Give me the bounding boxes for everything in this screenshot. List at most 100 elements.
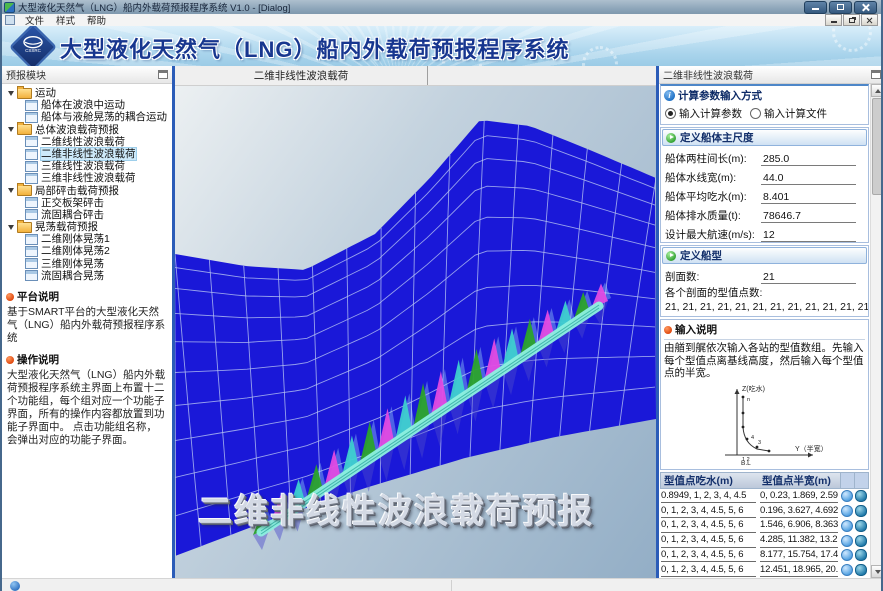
row-apply-button[interactable]	[841, 490, 853, 502]
svg-text:1 2: 1 2	[742, 457, 750, 463]
expand-arrow-icon[interactable]	[8, 188, 14, 193]
row-view-button[interactable]	[855, 549, 867, 561]
row-apply-button[interactable]	[841, 564, 853, 576]
scrollbar-thumb[interactable]	[872, 98, 883, 195]
hull-form-title: 定义船型	[680, 248, 722, 263]
tree-item-label: 三维刚体晃荡	[41, 258, 104, 270]
hull-dimensions-section-bar[interactable]: 定义船体主尺度	[662, 129, 867, 146]
tree-item-label: 正交板架砰击	[41, 197, 104, 209]
scroll-down-button[interactable]	[871, 565, 883, 578]
tree-item-label: 三维非线性波浪载荷	[41, 172, 136, 184]
dimension-field-input[interactable]: 8.401	[761, 191, 856, 204]
tree-folder[interactable]: 总体波浪载荷预报	[7, 124, 172, 136]
row-apply-button[interactable]	[841, 505, 853, 517]
tree-item[interactable]: 二维线性波浪载荷	[7, 136, 172, 148]
halfwidth-cell[interactable]: 4.285, 11.382, 13.21	[760, 534, 838, 548]
menu-item-file[interactable]: 文件	[19, 13, 50, 27]
close-button[interactable]	[854, 1, 877, 14]
float-panel-icon[interactable]	[871, 70, 881, 79]
halfwidth-cell[interactable]: 0, 0.23, 1.869, 2.592	[760, 490, 838, 504]
offsets-table-header: 型值点吃水(m) 型值点半宽(m)	[660, 472, 869, 489]
left-panel-header: 预报模块	[2, 66, 172, 84]
tree-item-label: 二维刚体晃荡2	[41, 245, 110, 257]
mdi-child-icon[interactable]	[5, 15, 15, 25]
tree-folder[interactable]: 运动	[7, 87, 172, 99]
radio-input-file[interactable]	[750, 108, 761, 119]
row-view-button[interactable]	[855, 505, 867, 517]
module-icon	[25, 149, 38, 160]
halfwidth-cell[interactable]: 1.546, 6.906, 8.363,	[760, 519, 838, 533]
tree-item[interactable]: 流固耦合晃荡	[7, 270, 172, 282]
tree-folder[interactable]: 局部砰击载荷预报	[7, 185, 172, 197]
menu-item-help[interactable]: 帮助	[81, 13, 112, 27]
tree-item[interactable]: 三维刚体晃荡	[7, 258, 172, 270]
draft-cell[interactable]: 0, 1, 2, 3, 4, 4.5, 5, 6	[661, 505, 756, 519]
module-icon	[25, 209, 38, 220]
dimension-field-input[interactable]: 12	[761, 229, 856, 242]
expand-arrow-icon[interactable]	[8, 91, 14, 96]
mdi-close-icon	[866, 17, 873, 24]
tree-folder-label: 运动	[35, 87, 56, 99]
row-apply-button[interactable]	[841, 535, 853, 547]
svg-text:n: n	[747, 397, 750, 403]
table-row: 0, 1, 2, 3, 4, 4.5, 5, 6 12.451, 18.965, …	[660, 562, 869, 577]
tree-item[interactable]: 三维非线性波浪载荷	[7, 172, 172, 184]
dimension-field-input[interactable]: 78646.7	[761, 210, 856, 223]
tree-folder[interactable]: 晃荡载荷预报	[7, 221, 172, 233]
status-divider	[451, 580, 452, 591]
module-icon	[25, 197, 38, 208]
tree-item[interactable]: 流固耦合砰击	[7, 209, 172, 221]
row-view-button[interactable]	[855, 520, 867, 532]
radio-input-parameters[interactable]	[665, 108, 676, 119]
row-apply-button[interactable]	[841, 520, 853, 532]
halfwidth-cell[interactable]: 12.451, 18.965, 20.4	[760, 564, 838, 578]
tree-item[interactable]: 二维非线性波浪载荷	[7, 148, 172, 160]
tree-item[interactable]: 三维线性波浪载荷	[7, 160, 172, 172]
dimension-field-input[interactable]: 44.0	[761, 172, 856, 185]
draft-cell[interactable]: 0, 1, 2, 3, 4, 4.5, 5, 6	[661, 549, 756, 563]
expand-arrow-icon[interactable]	[8, 225, 14, 230]
maximize-button[interactable]	[829, 1, 852, 14]
scroll-up-button[interactable]	[871, 84, 883, 97]
table-row: 0, 1, 2, 3, 4, 4.5, 5, 6 0.196, 3.627, 4.…	[660, 503, 869, 518]
tree-item[interactable]: 正交板架砰击	[7, 197, 172, 209]
minimize-button[interactable]	[804, 1, 827, 14]
panel-scrollbar[interactable]	[870, 84, 883, 578]
operation-note-text: 大型液化天然气（LNG）船内外载荷预报程序系统主界面上布置十二个功能组，每个组对…	[7, 369, 167, 447]
dimension-field-label: 船体水线宽(m):	[665, 170, 761, 185]
points-count-label: 各个剖面的型值点数:	[661, 284, 868, 300]
row-view-button[interactable]	[855, 535, 867, 547]
workspace-tab-bar: 二维非线性波浪载荷	[175, 66, 656, 86]
tree-item[interactable]: 船体在波浪中运动	[7, 99, 172, 111]
folder-icon	[17, 88, 32, 99]
input-note-box: 输入说明 由艏到艉依次输入各站的型值数组。先输入每个型值点离基线高度，然后输入每…	[660, 319, 869, 470]
tree-item[interactable]: 船体与液舱晃荡的耦合运动	[7, 111, 172, 123]
draft-cell[interactable]: 0, 1, 2, 3, 4, 4.5, 5, 6	[661, 534, 756, 548]
menu-item-style[interactable]: 样式	[50, 13, 81, 27]
hull-form-section-bar[interactable]: 定义船型	[662, 247, 867, 264]
tree-folder-label: 晃荡载荷预报	[35, 221, 98, 233]
tree-item[interactable]: 二维刚体晃荡1	[7, 233, 172, 245]
hull-dimensions-title: 定义船体主尺度	[680, 130, 754, 145]
row-view-button[interactable]	[855, 490, 867, 502]
section-count-label: 剖面数:	[665, 269, 761, 284]
mdi-close-button[interactable]	[861, 14, 878, 26]
draft-cell[interactable]: 0.8949, 1, 2, 3, 4, 4.5	[661, 490, 756, 504]
draft-cell[interactable]: 0, 1, 2, 3, 4, 4.5, 5, 6	[661, 564, 756, 578]
row-apply-button[interactable]	[841, 549, 853, 561]
mdi-minimize-button[interactable]	[825, 14, 842, 26]
halfwidth-cell[interactable]: 0.196, 3.627, 4.692,	[760, 505, 838, 519]
title-bar: 大型液化天然气（LNG）船内外载荷预报程序系统 V1.0 - [Dialog]	[2, 0, 881, 14]
expand-arrow-icon[interactable]	[8, 127, 14, 132]
tab-2d-nonlinear-wave-load[interactable]: 二维非线性波浪载荷	[175, 66, 428, 85]
3d-viewport[interactable]: 二维非线性波浪载荷预报	[175, 86, 656, 579]
row-view-button[interactable]	[855, 564, 867, 576]
float-panel-icon[interactable]	[158, 70, 168, 79]
tree-item[interactable]: 二维刚体晃荡2	[7, 245, 172, 257]
section-count-field[interactable]: 21	[761, 271, 856, 284]
halfwidth-cell[interactable]: 8.177, 15.754, 17.47	[760, 549, 838, 563]
module-icon	[25, 270, 38, 281]
dimension-field-input[interactable]: 285.0	[761, 153, 856, 166]
mdi-restore-button[interactable]	[843, 14, 860, 26]
draft-cell[interactable]: 0, 1, 2, 3, 4, 4.5, 5, 6	[661, 519, 756, 533]
